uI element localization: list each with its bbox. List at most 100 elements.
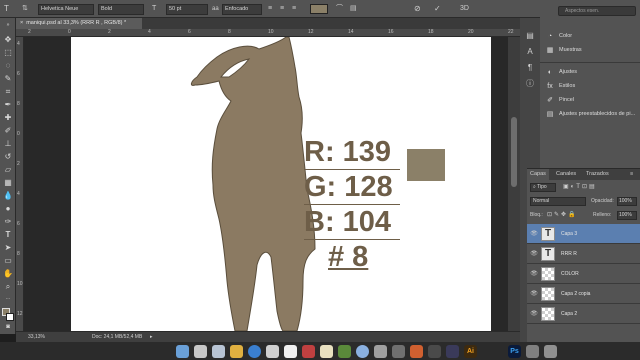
tab-paths[interactable]: Trazados — [583, 169, 612, 180]
workspace-search[interactable]: Aspectos esen. — [558, 6, 636, 16]
pen-tool-icon[interactable]: ✑ — [2, 216, 14, 227]
calendar-icon[interactable] — [284, 345, 297, 358]
crop-tool-icon[interactable]: ⌗ — [2, 86, 14, 97]
type-tool-icon[interactable]: T — [2, 229, 14, 240]
history-panel-icon[interactable]: ▤ — [524, 30, 536, 41]
panel-item-color[interactable]: ◔ Color — [540, 30, 640, 43]
character-panel-icon[interactable]: ▤ — [350, 3, 357, 15]
clone-stamp-tool-icon[interactable]: ⊥ — [2, 138, 14, 149]
blend-mode-select[interactable]: Normal — [530, 197, 586, 206]
visibility-eye-icon[interactable]: 👁 — [529, 224, 539, 244]
status-menu-icon[interactable]: ▸ — [150, 333, 153, 342]
healing-brush-tool-icon[interactable]: ✚ — [2, 112, 14, 123]
quick-mask-icon[interactable]: ◙ — [2, 322, 14, 333]
panel-item-swatches[interactable]: ▦ Muestras — [540, 44, 640, 57]
firefox-icon[interactable] — [410, 345, 423, 358]
align-left-icon[interactable]: ≡ — [268, 3, 272, 15]
panel-item-brush[interactable]: ✐ Pincel — [540, 94, 640, 107]
eyedropper-tool-icon[interactable]: ✒ — [2, 99, 14, 110]
layer-row[interactable]: 👁 Capa 2 — [527, 304, 640, 324]
visibility-eye-icon[interactable]: 👁 — [529, 284, 539, 304]
tab-channels[interactable]: Canales — [553, 169, 579, 180]
itunes-icon[interactable] — [356, 345, 369, 358]
visibility-eye-icon[interactable]: 👁 — [529, 304, 539, 324]
trash-icon[interactable] — [544, 345, 557, 358]
rgb-values-text[interactable]: R: 139 G: 128 B: 104 # 8 — [304, 135, 414, 274]
dodge-tool-icon[interactable]: ● — [2, 203, 14, 214]
eraser-tool-icon[interactable]: ▱ — [2, 164, 14, 175]
path-selection-tool-icon[interactable]: ➤ — [2, 242, 14, 253]
panel-item-adjustments[interactable]: ◐ Ajustes — [540, 66, 640, 79]
type-tool-preset-icon[interactable]: T — [4, 3, 9, 15]
warp-text-icon[interactable]: ⌒ — [336, 3, 343, 15]
panel-menu-icon[interactable]: ≡ — [627, 169, 636, 180]
history-brush-tool-icon[interactable]: ↺ — [2, 151, 14, 162]
font-style-select[interactable]: Bold — [98, 4, 144, 15]
panel-item-styles[interactable]: fx Estilos — [540, 80, 640, 93]
contacts-icon[interactable] — [266, 345, 279, 358]
safari-icon[interactable] — [248, 345, 261, 358]
font-size-select[interactable]: 50 pt — [166, 4, 208, 15]
visibility-eye-icon[interactable]: 👁 — [529, 264, 539, 284]
rectangle-tool-icon[interactable]: ▭ — [2, 255, 14, 266]
marquee-tool-icon[interactable]: ⬚ — [2, 47, 14, 58]
align-right-icon[interactable]: ≡ — [292, 3, 296, 15]
scrollbar-thumb[interactable] — [511, 117, 517, 187]
blur-tool-icon[interactable]: 💧 — [2, 190, 14, 201]
finder-icon[interactable] — [176, 345, 189, 358]
background-color-swatch[interactable] — [6, 313, 14, 321]
cancel-icon[interactable]: ⊘ — [414, 3, 421, 15]
downloads-icon[interactable] — [526, 345, 539, 358]
mail-icon[interactable] — [230, 345, 243, 358]
indesign-icon[interactable] — [446, 345, 459, 358]
launchpad-icon[interactable] — [194, 345, 207, 358]
info-panel-icon[interactable]: ⓘ — [524, 78, 536, 89]
quick-selection-tool-icon[interactable]: ✎ — [2, 73, 14, 84]
tab-layers[interactable]: Capas — [527, 169, 549, 180]
layer-filter-select[interactable]: ⌕ Tipo — [530, 183, 556, 192]
commit-icon[interactable]: ✓ — [434, 3, 441, 15]
paragraph-panel-icon[interactable]: ¶ — [524, 62, 536, 73]
hand-tool-icon[interactable]: ✋ — [2, 268, 14, 279]
collapse-toolbox-icon[interactable]: » — [2, 20, 14, 31]
font-family-select[interactable]: Helvetica Neue — [38, 4, 94, 15]
terminal-icon[interactable] — [428, 345, 441, 358]
brush-tool-icon[interactable]: ✐ — [2, 125, 14, 136]
layer-row[interactable]: 👁 T Capa 3 — [527, 224, 640, 244]
visibility-eye-icon[interactable]: 👁 — [529, 244, 539, 264]
mission-control-icon[interactable] — [212, 345, 225, 358]
blend-mode-row: Normal Opacidad: 100% — [527, 196, 640, 208]
more-tools-icon[interactable]: ··· — [2, 294, 14, 305]
close-tab-icon[interactable]: × — [20, 20, 23, 26]
text-orientation-icon[interactable]: ⇅ — [22, 3, 28, 15]
panel-item-brush-presets[interactable]: ▤ Ajustes preestablecidos de pi... — [540, 108, 640, 121]
app-store-icon[interactable] — [374, 345, 387, 358]
layer-row[interactable]: 👁 Capa 2 copia — [527, 284, 640, 304]
zoom-level[interactable]: 33,13% — [28, 333, 45, 342]
photo-booth-icon[interactable] — [302, 345, 315, 358]
fill-input[interactable]: 100% — [617, 211, 637, 220]
illustrator-icon[interactable]: Ai — [464, 345, 477, 358]
opacity-input[interactable]: 100% — [617, 197, 637, 206]
document-tab[interactable]: × maniqui.psd al 33,3% (RRR R , RGB/8) * — [16, 18, 142, 29]
3d-icon[interactable]: 3D — [460, 3, 469, 15]
photoshop-icon[interactable]: Ps — [508, 345, 521, 358]
filter-icons[interactable]: ▣◐T⊡▤ — [563, 183, 597, 192]
workspace[interactable]: R: 139 G: 128 B: 104 # 8 — [24, 37, 508, 331]
notes-icon[interactable] — [320, 345, 333, 358]
facetime-icon[interactable] — [338, 345, 351, 358]
character-panel-icon[interactable]: A — [524, 46, 536, 57]
system-preferences-icon[interactable] — [392, 345, 405, 358]
antialias-select[interactable]: Enfocado — [222, 4, 262, 15]
document-canvas[interactable]: R: 139 G: 128 B: 104 # 8 — [71, 37, 491, 331]
layer-row[interactable]: 👁 T RRR R — [527, 244, 640, 264]
layer-row[interactable]: 👁 COLOR — [527, 264, 640, 284]
lock-icons[interactable]: ⊡✎✥🔒 — [547, 210, 578, 220]
move-tool-icon[interactable]: ✥ — [2, 34, 14, 45]
zoom-tool-icon[interactable]: ⌕ — [2, 281, 14, 292]
lasso-tool-icon[interactable]: ◌ — [2, 60, 14, 71]
gradient-tool-icon[interactable]: ▦ — [2, 177, 14, 188]
vertical-scrollbar[interactable] — [508, 37, 520, 331]
align-center-icon[interactable]: ≡ — [280, 3, 284, 15]
text-color-swatch[interactable] — [310, 4, 328, 14]
